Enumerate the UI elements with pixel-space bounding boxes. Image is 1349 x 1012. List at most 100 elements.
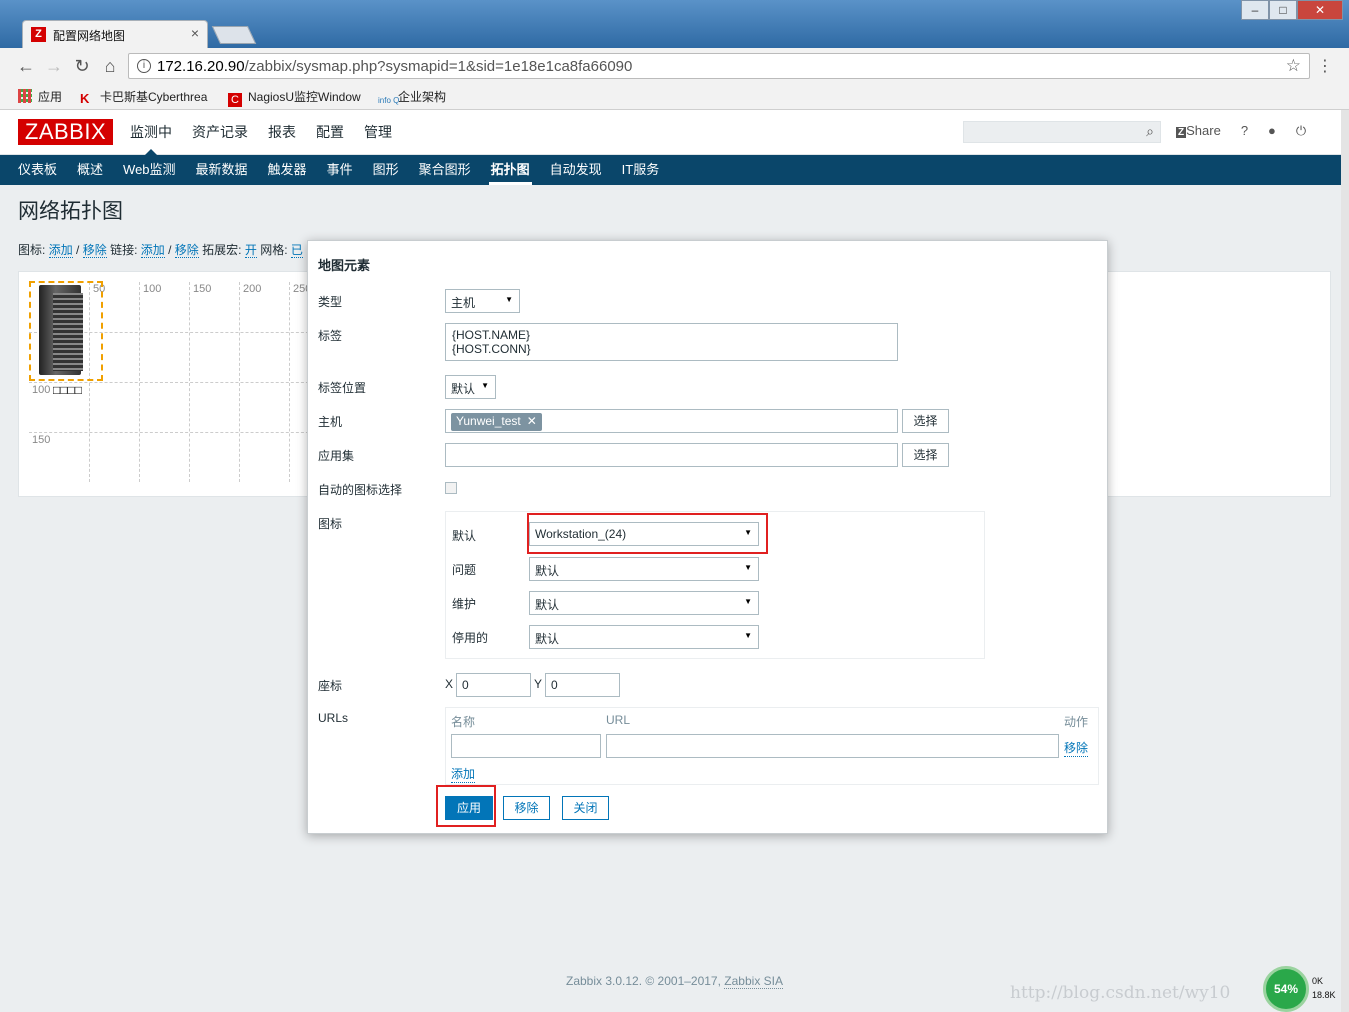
search-icon[interactable]: ⌕ xyxy=(1146,123,1154,140)
url-action-header: 动作 xyxy=(1063,715,1088,729)
menu-reports[interactable]: 报表 xyxy=(258,110,306,155)
logout-icon[interactable]: ⏻ xyxy=(1296,123,1306,139)
subnav-graphs[interactable]: 图形 xyxy=(363,155,409,185)
remove-tag-icon[interactable]: ✕ xyxy=(527,414,537,428)
remove-link-link[interactable]: 移除 xyxy=(174,243,199,258)
url-header: URL xyxy=(606,713,631,727)
home-icon[interactable]: ⌂ xyxy=(100,56,120,77)
icons-label: 图标 xyxy=(318,517,343,531)
tab-title: 配置网络地图 xyxy=(53,29,126,43)
maximize-icon[interactable]: □ xyxy=(1269,0,1297,20)
icon-problem-label: 问题 xyxy=(452,563,477,577)
subnav-screens[interactable]: 聚合图形 xyxy=(409,155,481,185)
search-input[interactable]: ⌕ xyxy=(963,121,1161,143)
site-info-icon[interactable]: i xyxy=(137,59,151,73)
menu-administration[interactable]: 管理 xyxy=(354,110,402,155)
speed-down: 18.8K xyxy=(1312,990,1336,1000)
subnav-discovery[interactable]: 自动发现 xyxy=(540,155,612,185)
infoq-icon: info Q xyxy=(378,96,400,105)
forward-arrow-icon[interactable]: → xyxy=(44,56,64,77)
bookmark-star-icon[interactable]: ☆ xyxy=(1286,56,1301,76)
subnav-maps[interactable]: 拓扑图 xyxy=(481,155,540,185)
icon-maintenance-label: 维护 xyxy=(452,597,477,611)
host-tag-text: Yunwei_test xyxy=(456,414,521,428)
label-line-1: {HOST.NAME} xyxy=(452,328,531,342)
application-label: 应用集 xyxy=(318,449,355,463)
zabbix-header: ZABBIX 监测中 资产记录 报表 配置 管理 ⌕ Z Share ? ● ⏻ xyxy=(0,110,1341,155)
remove-icon-link[interactable]: 移除 xyxy=(82,243,107,258)
icon-disabled-select[interactable]: 默认 xyxy=(529,625,759,649)
coordinates-label: 座标 xyxy=(318,679,343,693)
host-select-button[interactable]: 选择 xyxy=(902,409,949,433)
add-url-link[interactable]: 添加 xyxy=(451,765,476,783)
expand-macros-toggle[interactable]: 开 xyxy=(244,243,257,258)
subnav-dashboard[interactable]: 仪表板 xyxy=(8,155,67,185)
footer-company-link[interactable]: Zabbix SIA xyxy=(724,974,783,989)
subnav-it-services[interactable]: IT服务 xyxy=(612,155,670,185)
host-label: 主机 xyxy=(318,415,343,429)
bookmark-kaspersky[interactable]: K 卡巴斯基Cyberthrea xyxy=(80,88,207,106)
application-input[interactable] xyxy=(445,443,898,467)
menu-inventory[interactable]: 资产记录 xyxy=(182,110,258,155)
auto-icon-label: 自动的图标选择 xyxy=(318,483,403,497)
remove-button[interactable]: 移除 xyxy=(503,796,550,820)
menu-configuration[interactable]: 配置 xyxy=(306,110,354,155)
minimize-icon[interactable]: – xyxy=(1241,0,1269,20)
type-select[interactable]: 主机 xyxy=(445,289,520,313)
auto-icon-checkbox[interactable] xyxy=(445,482,457,494)
close-button[interactable]: 关闭 xyxy=(562,796,609,820)
icon-problem-select[interactable]: 默认 xyxy=(529,557,759,581)
reload-icon[interactable]: ↻ xyxy=(72,56,92,77)
window-close-icon[interactable]: ✕ xyxy=(1297,0,1343,20)
nagios-icon: C xyxy=(228,93,242,107)
grid-tick-y: 150 xyxy=(32,434,51,446)
y-coordinate-input[interactable]: 0 xyxy=(545,673,620,697)
subnav-triggers[interactable]: 触发器 xyxy=(258,155,317,185)
x-coordinate-input[interactable]: 0 xyxy=(456,673,531,697)
address-bar[interactable]: i 172.16.20.90/zabbix/sysmap.php?sysmapi… xyxy=(128,53,1310,79)
subnav-web[interactable]: Web监测 xyxy=(113,155,186,185)
add-icon-link[interactable]: 添加 xyxy=(48,243,73,258)
subnav-latest-data[interactable]: 最新数据 xyxy=(186,155,258,185)
vertical-scrollbar[interactable] xyxy=(1341,110,1349,1012)
url-name-header: 名称 xyxy=(451,715,476,729)
subnav-overview[interactable]: 概述 xyxy=(67,155,113,185)
sub-navigation: 仪表板 概述 Web监测 最新数据 触发器 事件 图形 聚合图形 拓扑图 自动发… xyxy=(0,155,1341,185)
page-title: 网络拓扑图 xyxy=(18,200,123,223)
map-element-dialog: 地图元素 类型 主机 标签 {HOST.NAME} {HOST.CONN} 标签… xyxy=(307,240,1108,834)
urls-label: URLs xyxy=(318,711,349,725)
label-line-2: {HOST.CONN} xyxy=(452,342,531,356)
new-tab-button[interactable] xyxy=(211,26,257,44)
expand-macros-label: 拓展宏: xyxy=(202,243,242,257)
grid-toggle[interactable]: 已 xyxy=(290,243,303,258)
menu-monitoring[interactable]: 监测中 xyxy=(120,110,182,155)
subnav-events[interactable]: 事件 xyxy=(317,155,363,185)
share-button[interactable]: Z Share xyxy=(1176,123,1221,139)
browser-tab[interactable]: Z 配置网络地图 × xyxy=(22,20,208,48)
tab-close-icon[interactable]: × xyxy=(191,25,199,41)
host-multiselect[interactable]: Yunwei_test ✕ xyxy=(445,409,898,433)
grid-tick-y: 100 xyxy=(32,384,51,396)
map-element-server[interactable] xyxy=(29,281,103,381)
label-textarea[interactable]: {HOST.NAME} {HOST.CONN} xyxy=(445,323,898,361)
add-link-link[interactable]: 添加 xyxy=(140,243,165,258)
help-icon[interactable]: ? xyxy=(1241,123,1248,139)
apps-grid-icon xyxy=(18,89,32,103)
remove-url-link[interactable]: 移除 xyxy=(1064,739,1089,757)
watermark: http://blog.csdn.net/wy10 xyxy=(1010,983,1231,1003)
bookmark-nagios[interactable]: C NagiosU监控Window xyxy=(228,88,361,107)
label-position-label: 标签位置 xyxy=(318,381,367,395)
bookmark-architecture[interactable]: info Q企业架构 xyxy=(378,88,446,111)
icon-maintenance-select[interactable]: 默认 xyxy=(529,591,759,615)
user-profile-icon[interactable]: ● xyxy=(1268,123,1276,139)
url-name-input[interactable] xyxy=(451,734,601,758)
url-input[interactable] xyxy=(606,734,1059,758)
label-label: 标签 xyxy=(318,329,343,343)
zabbix-logo[interactable]: ZABBIX xyxy=(18,119,113,145)
bookmark-apps[interactable]: 应用 xyxy=(18,88,62,105)
header-icons: Z Share ? ● ⏻ xyxy=(1176,123,1326,139)
browser-menu-icon[interactable]: ⋮ xyxy=(1317,56,1333,76)
label-position-select[interactable]: 默认 xyxy=(445,375,496,399)
back-arrow-icon[interactable]: ← xyxy=(16,56,36,77)
application-select-button[interactable]: 选择 xyxy=(902,443,949,467)
